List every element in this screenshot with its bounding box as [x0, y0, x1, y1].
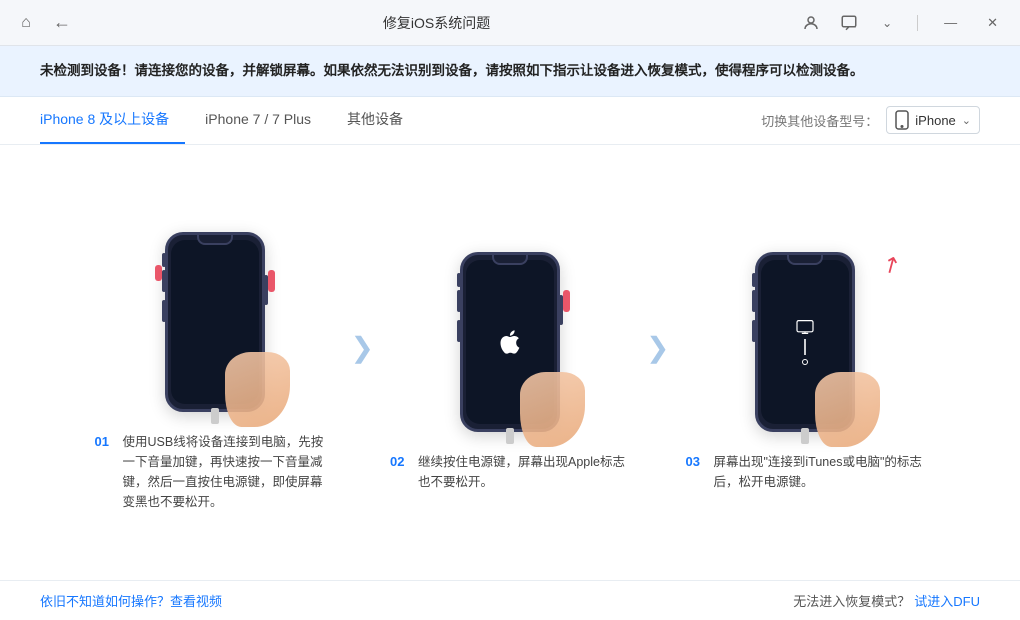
- itunes-screen: [795, 319, 815, 365]
- arrow-indicator: ↗: [877, 249, 906, 281]
- step-3: ↗ 03 屏幕出现"连接到iTunes或电脑"的标志后，松开电源键。: [685, 242, 925, 492]
- phone-illustration-3: ↗: [725, 242, 885, 442]
- home-icon[interactable]: ⌂: [14, 11, 38, 35]
- mute-button-3: [752, 273, 756, 287]
- phone-small-icon: [895, 110, 909, 130]
- step-desc-3: 03 屏幕出现"连接到iTunes或电脑"的标志后，松开电源键。: [685, 452, 925, 492]
- cable-2: [506, 428, 514, 444]
- main-content: 未检测到设备！请连接您的设备，并解锁屏幕。如果依然无法识别到设备，请按照如下指示…: [0, 46, 1020, 620]
- chat-icon[interactable]: [837, 11, 861, 35]
- device-name: iPhone: [915, 113, 955, 128]
- mute-button-1: [162, 253, 166, 267]
- step-1: 01 使用USB线将设备连接到电脑，先按一下音量加键，再快速按一下音量减键，然后…: [95, 222, 335, 512]
- bottom-bar: 依旧不知道如何操作？查看视频 无法进入恢复模式？ 试进入DFU: [0, 580, 1020, 620]
- phone-illustration-2: [430, 242, 590, 442]
- power-press-2: [563, 290, 570, 312]
- titlebar-left: ⌂ ←: [14, 11, 74, 35]
- titlebar: ⌂ ← 修复iOS系统问题 ⌄ — ✕: [0, 0, 1020, 46]
- phone-illustration-1: [135, 222, 295, 422]
- tab-iphone7[interactable]: iPhone 7 / 7 Plus: [189, 96, 327, 144]
- tab-other[interactable]: 其他设备: [331, 96, 419, 144]
- vol-up-button-2: [457, 290, 461, 312]
- arrow-2: ❯: [646, 331, 669, 364]
- dropdown-icon[interactable]: ⌄: [875, 11, 899, 35]
- user-icon[interactable]: [799, 11, 823, 35]
- mute-button-2: [457, 273, 461, 287]
- phone-notch-2: [492, 255, 528, 265]
- arrow-1: ❯: [351, 331, 374, 364]
- cable-1: [211, 408, 219, 424]
- separator: [917, 15, 918, 31]
- step-text-2: 继续按住电源键，屏幕出现Apple标志也不要松开。: [418, 452, 630, 492]
- step-text-1: 使用USB线将设备连接到电脑，先按一下音量加键，再快速按一下音量减键，然后一直按…: [123, 432, 335, 512]
- no-recovery-text: 无法进入恢复模式？: [793, 591, 910, 610]
- step-num-3: 03: [685, 452, 705, 492]
- steps-area: 01 使用USB线将设备连接到电脑，先按一下音量加键，再快速按一下音量减键，然后…: [0, 145, 1020, 580]
- power-press-1: [268, 270, 275, 292]
- phone-notch-3: [787, 255, 823, 265]
- step-2: 02 继续按住电源键，屏幕出现Apple标志也不要松开。: [390, 242, 630, 492]
- step-num-1: 01: [95, 432, 115, 512]
- app-title: 修复iOS系统问题: [74, 13, 799, 33]
- bottom-right: 无法进入恢复模式？ 试进入DFU: [793, 591, 980, 610]
- step-num-2: 02: [390, 452, 410, 492]
- device-dropdown-icon: ⌄: [962, 114, 971, 127]
- step-desc-1: 01 使用USB线将设备连接到电脑，先按一下音量加键，再快速按一下音量减键，然后…: [95, 432, 335, 512]
- try-dfu-link[interactable]: 试进入DFU: [914, 591, 980, 610]
- tab-iphone8[interactable]: iPhone 8 及以上设备: [40, 96, 185, 144]
- step-text-3: 屏幕出现"连接到iTunes或电脑"的标志后，松开电源键。: [713, 452, 925, 492]
- phones-row: 01 使用USB线将设备连接到电脑，先按一下音量加键，再快速按一下音量减键，然后…: [30, 155, 990, 580]
- tabs-row: iPhone 8 及以上设备 iPhone 7 / 7 Plus 其他设备 切换…: [0, 97, 1020, 145]
- close-button[interactable]: ✕: [979, 13, 1006, 33]
- hand-1: [225, 352, 290, 427]
- help-link[interactable]: 依旧不知道如何操作？查看视频: [40, 591, 222, 610]
- alert-text: 未检测到设备！请连接您的设备，并解锁屏幕。如果依然无法识别到设备，请按照如下指示…: [40, 63, 864, 78]
- phone-notch-1: [197, 235, 233, 245]
- device-switcher[interactable]: 切换其他设备型号： iPhone ⌄: [761, 106, 980, 134]
- vol-down-button-1: [162, 300, 166, 322]
- cable-3: [801, 428, 809, 444]
- back-icon[interactable]: ←: [50, 11, 74, 35]
- vol-down-button-3: [752, 320, 756, 342]
- device-icon-wrap[interactable]: iPhone ⌄: [886, 106, 980, 134]
- step-desc-2: 02 继续按住电源键，屏幕出现Apple标志也不要松开。: [390, 452, 630, 492]
- computer-icon: [795, 319, 815, 335]
- vol-up-press-1: [155, 265, 162, 281]
- device-switcher-label: 切换其他设备型号：: [761, 111, 878, 130]
- alert-bar: 未检测到设备！请连接您的设备，并解锁屏幕。如果依然无法识别到设备，请按照如下指示…: [0, 46, 1020, 97]
- vol-up-button-3: [752, 290, 756, 312]
- vol-up-button-1: [162, 270, 166, 292]
- minimize-button[interactable]: —: [936, 13, 965, 32]
- cable-line: [804, 339, 806, 355]
- power-button-1: [264, 275, 268, 305]
- titlebar-right: ⌄ — ✕: [799, 11, 1006, 35]
- plug-icon: [802, 359, 808, 365]
- vol-down-button-2: [457, 320, 461, 342]
- hand-2: [520, 372, 585, 447]
- apple-icon: [496, 328, 524, 356]
- hand-3: [815, 372, 880, 447]
